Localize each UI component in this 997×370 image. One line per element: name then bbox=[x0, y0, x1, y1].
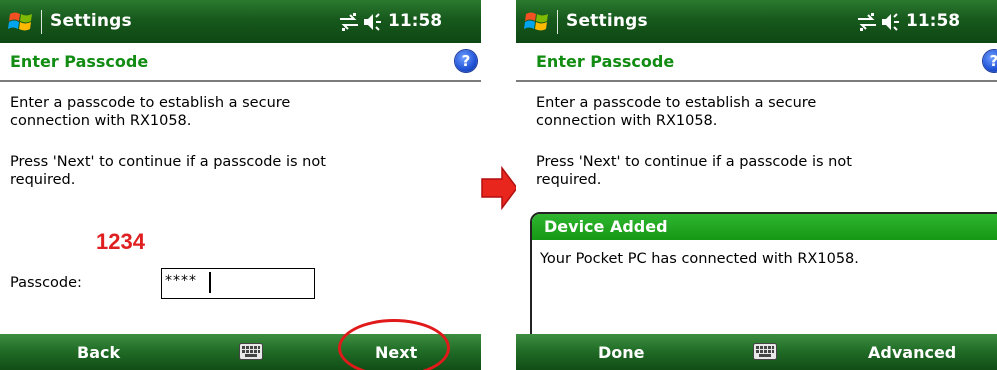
title-separator bbox=[41, 10, 42, 34]
notification-header: Device Added bbox=[532, 214, 997, 240]
title-bar: Settings 11:58 bbox=[0, 0, 481, 43]
notification-message: Your Pocket PC has connected with RX1058… bbox=[540, 251, 859, 267]
back-button[interactable]: Back bbox=[77, 343, 120, 362]
notification-title: Device Added bbox=[544, 217, 668, 236]
page-header: Enter Passcode ? bbox=[516, 43, 997, 82]
instruction-line: connection with RX1058. bbox=[536, 113, 718, 129]
help-icon[interactable]: ? bbox=[983, 50, 997, 72]
clock[interactable]: 11:58 bbox=[388, 11, 442, 31]
passcode-label: Passcode: bbox=[10, 275, 82, 291]
page-header: Enter Passcode ? bbox=[0, 43, 481, 82]
windows-start-icon[interactable] bbox=[8, 9, 34, 35]
page-title: Enter Passcode bbox=[536, 52, 675, 71]
advanced-button[interactable]: Advanced bbox=[868, 343, 956, 362]
connectivity-icon[interactable] bbox=[856, 13, 878, 31]
connectivity-icon[interactable] bbox=[338, 13, 360, 31]
page-title: Enter Passcode bbox=[10, 52, 149, 71]
instruction-text: Enter a passcode to establish a secure c… bbox=[10, 94, 410, 130]
next-highlight-circle bbox=[338, 319, 450, 370]
app-title: Settings bbox=[566, 11, 648, 31]
volume-icon[interactable] bbox=[881, 12, 901, 32]
instruction-line: Enter a passcode to establish a secure bbox=[10, 95, 291, 111]
hint-line: Press 'Next' to continue if a passcode i… bbox=[536, 154, 852, 170]
hint-line: Press 'Next' to continue if a passcode i… bbox=[10, 154, 326, 170]
title-bar: Settings 11:58 bbox=[516, 0, 997, 43]
next-hint-text: Press 'Next' to continue if a passcode i… bbox=[10, 153, 410, 189]
clock[interactable]: 11:58 bbox=[906, 11, 960, 31]
title-separator bbox=[557, 10, 558, 34]
app-title: Settings bbox=[50, 11, 132, 31]
done-button[interactable]: Done bbox=[598, 343, 645, 362]
passcode-value: **** bbox=[165, 273, 197, 289]
hint-line: required. bbox=[10, 172, 76, 188]
instruction-line: connection with RX1058. bbox=[10, 113, 192, 129]
windows-start-icon[interactable] bbox=[524, 9, 550, 35]
left-screen: Settings 11:58 Enter Passcode ? Enter a … bbox=[0, 0, 481, 370]
keyboard-icon[interactable] bbox=[239, 343, 263, 360]
softkey-bar: Done Advanced bbox=[516, 334, 997, 370]
next-hint-text: Press 'Next' to continue if a passcode i… bbox=[536, 153, 936, 189]
passcode-annotation: 1234 bbox=[96, 229, 145, 254]
volume-icon[interactable] bbox=[363, 12, 383, 32]
instruction-text: Enter a passcode to establish a secure c… bbox=[536, 94, 936, 130]
hint-line: required. bbox=[536, 172, 602, 188]
passcode-input[interactable]: **** bbox=[161, 268, 315, 299]
flow-arrow-icon bbox=[481, 166, 518, 210]
keyboard-icon[interactable] bbox=[753, 343, 777, 360]
right-screen: Settings 11:58 Enter Passcode ? Enter a … bbox=[516, 0, 997, 370]
text-caret bbox=[209, 272, 211, 293]
instruction-line: Enter a passcode to establish a secure bbox=[536, 95, 817, 111]
help-icon[interactable]: ? bbox=[455, 50, 477, 72]
